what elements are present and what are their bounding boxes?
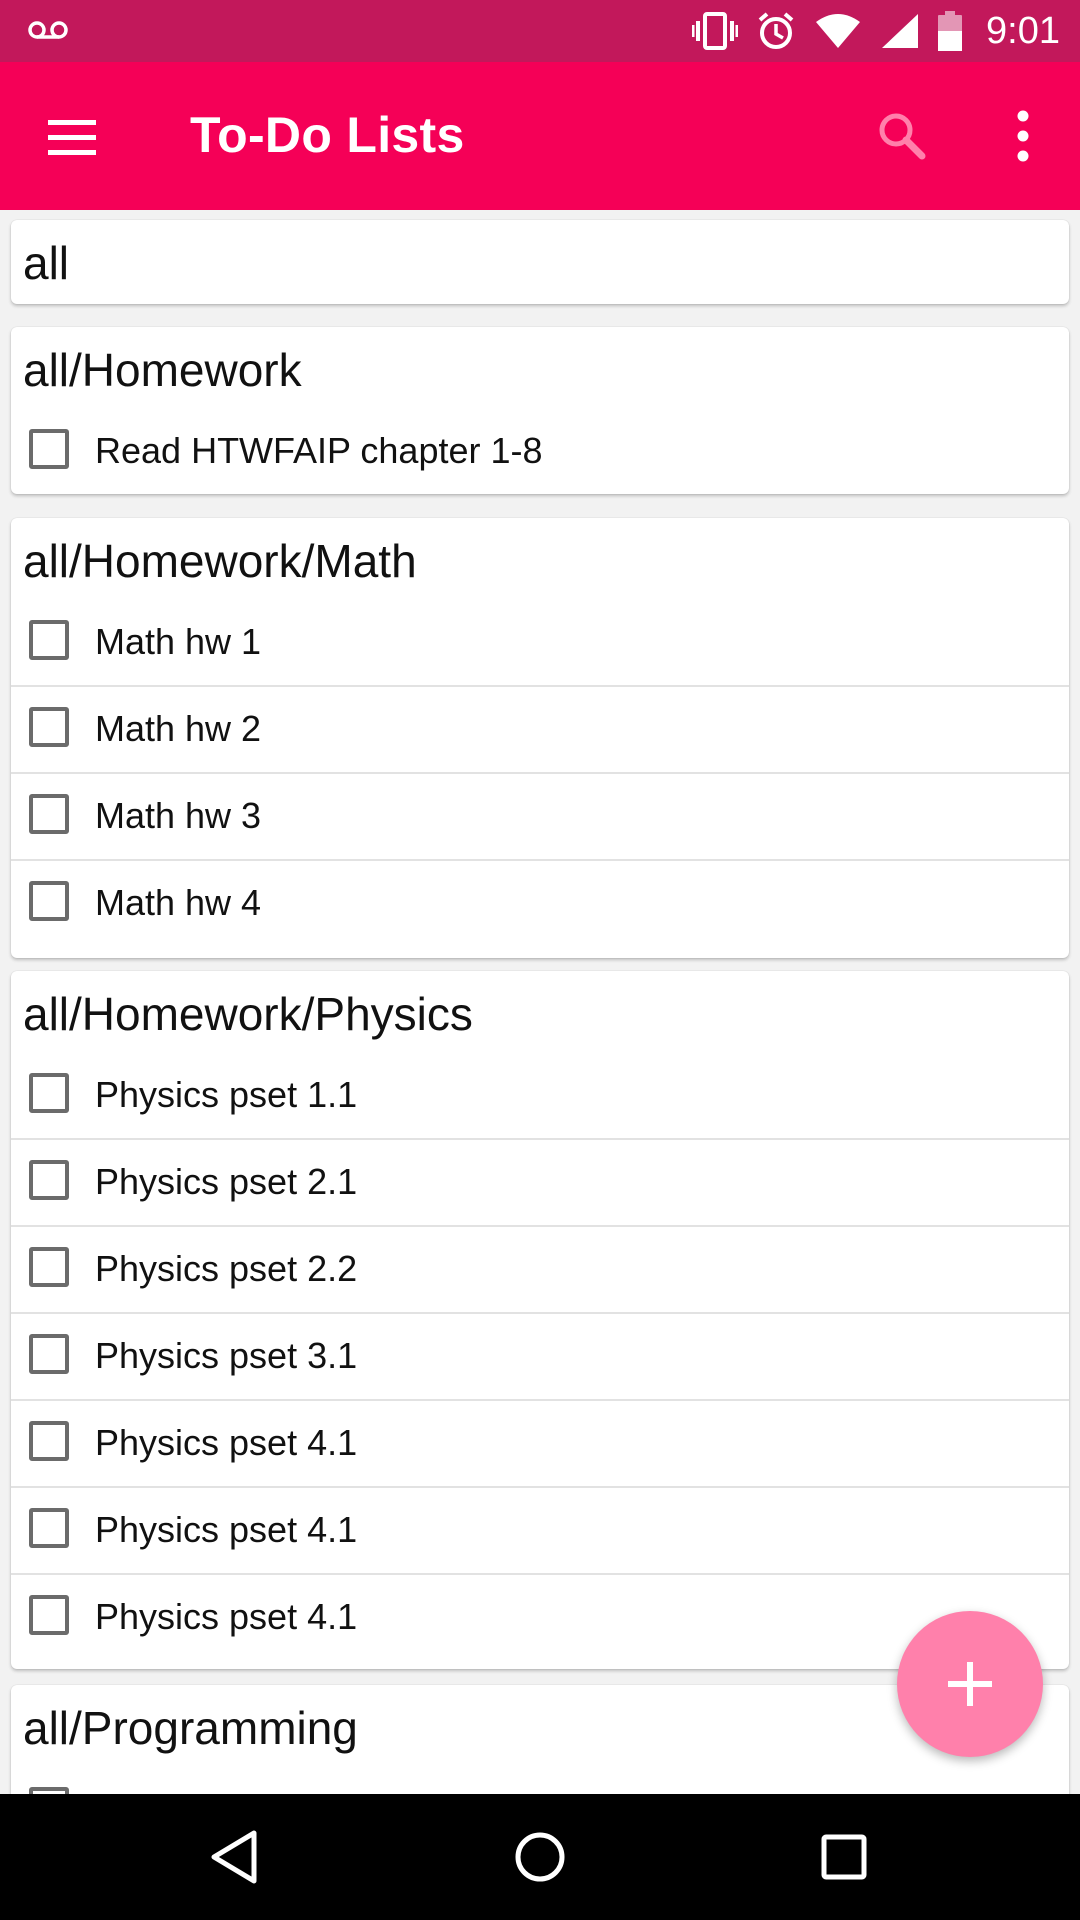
add-list-button[interactable] [897, 1611, 1043, 1757]
list-title: all/Homework [23, 344, 302, 396]
list-title: all/Homework/Physics [23, 988, 473, 1040]
list-item[interactable]: Math hw 1 [11, 599, 1069, 687]
list-item[interactable]: Physics pset 2.1 [11, 1139, 1069, 1227]
list-card[interactable]: all/Homework/Physics Physics pset 1.1 Ph… [11, 971, 1069, 1669]
item-label: Math hw 3 [95, 795, 262, 836]
list-item[interactable]: Physics pset 2.2 [11, 1226, 1069, 1314]
battery-icon [938, 11, 963, 51]
list-title: all [23, 237, 70, 289]
voicemail-icon [28, 21, 68, 39]
list-title: all/Homework/Math [23, 535, 417, 587]
list-item[interactable]: Read HTWFAIP chapter 1-8 [11, 408, 1069, 494]
menu-icon[interactable] [44, 116, 100, 158]
page-title: To-Do Lists [190, 107, 465, 163]
list-container: all all/Homework Read HTWFAIP chapter 1-… [0, 210, 1080, 1794]
list-card[interactable]: all/Homework/Math Math hw 1 Math hw 2 Ma… [11, 518, 1069, 958]
list-item[interactable]: Math hw 4 [11, 860, 1069, 946]
list-card[interactable]: all [11, 220, 1069, 304]
list-item[interactable]: Math hw 2 [11, 686, 1069, 774]
list-item[interactable] [11, 1766, 1069, 1794]
checkbox[interactable] [29, 429, 69, 469]
item-label: Physics pset 1.1 [95, 1074, 358, 1115]
list-item[interactable]: Physics pset 4.1 [11, 1487, 1069, 1575]
alarm-icon [758, 12, 794, 49]
search-icon[interactable] [872, 106, 932, 166]
status-bar: 9:01 [0, 0, 1080, 62]
item-label: Physics pset 4.1 [95, 1509, 358, 1550]
checkbox[interactable] [29, 707, 69, 747]
checkbox[interactable] [29, 1334, 69, 1374]
list-title: all/Programming [23, 1702, 358, 1754]
vibrate-icon [692, 12, 739, 50]
add-icon [948, 1662, 992, 1706]
item-label: Read HTWFAIP chapter 1-8 [95, 430, 543, 471]
list-item[interactable]: Math hw 3 [11, 773, 1069, 861]
checkbox[interactable] [29, 794, 69, 834]
recents-icon[interactable] [814, 1827, 874, 1887]
item-label: Physics pset 2.1 [95, 1161, 358, 1202]
item-label: Math hw 2 [95, 708, 262, 749]
item-label: Math hw 4 [95, 882, 262, 923]
checkbox[interactable] [29, 1160, 69, 1200]
checkbox[interactable] [29, 1247, 69, 1287]
item-label: Physics pset 3.1 [95, 1335, 358, 1376]
checkbox[interactable] [29, 1787, 69, 1794]
checkbox[interactable] [29, 1508, 69, 1548]
app-bar: To-Do Lists [0, 62, 1080, 210]
item-label: Physics pset 4.1 [95, 1596, 358, 1637]
checkbox[interactable] [29, 881, 69, 921]
signal-icon [882, 14, 919, 48]
item-label: Physics pset 2.2 [95, 1248, 358, 1289]
more-vert-icon[interactable] [998, 106, 1048, 166]
list-item[interactable]: Physics pset 1.1 [11, 1052, 1069, 1140]
checkbox[interactable] [29, 620, 69, 660]
home-icon[interactable] [510, 1827, 570, 1887]
wifi-icon [816, 14, 861, 48]
list-card[interactable]: all/Homework Read HTWFAIP chapter 1-8 [11, 327, 1069, 494]
checkbox[interactable] [29, 1421, 69, 1461]
item-label: Math hw 1 [95, 621, 262, 662]
back-icon[interactable] [206, 1827, 266, 1887]
list-item[interactable]: Physics pset 4.1 [11, 1400, 1069, 1488]
checkbox[interactable] [29, 1595, 69, 1635]
list-item[interactable]: Physics pset 3.1 [11, 1313, 1069, 1401]
item-label: Physics pset 4.1 [95, 1422, 358, 1463]
navigation-bar [0, 1794, 1080, 1920]
status-time: 9:01 [986, 9, 1060, 52]
checkbox[interactable] [29, 1073, 69, 1113]
